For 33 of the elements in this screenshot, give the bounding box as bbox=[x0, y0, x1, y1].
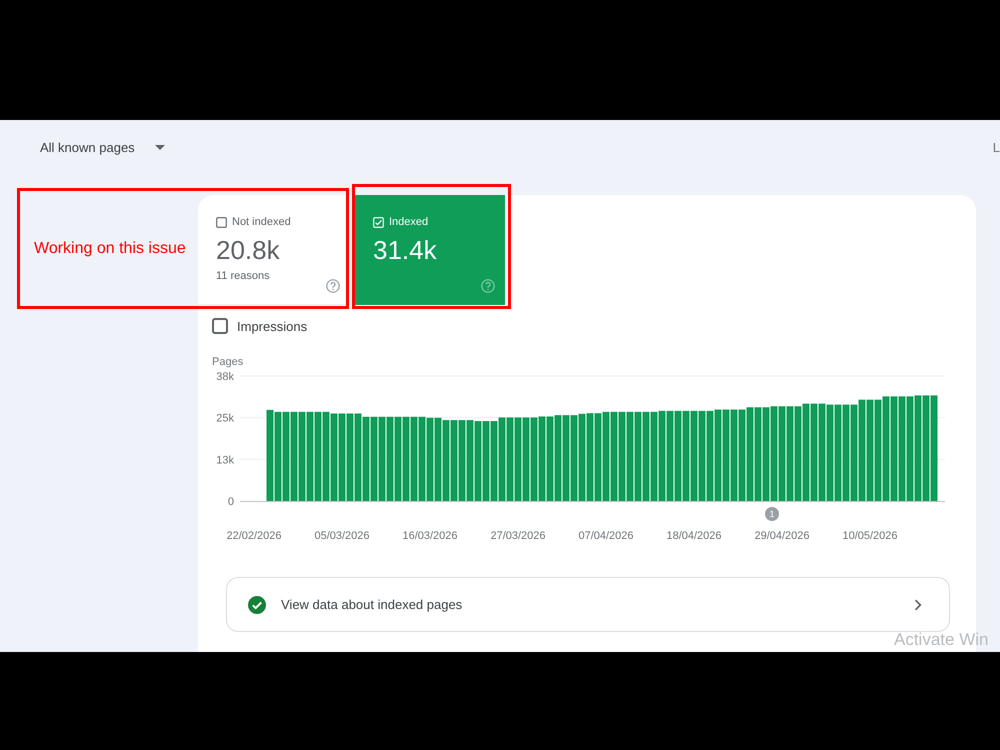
filter-tile[interactable]: Not indexed 20.8k 11 reasons bbox=[198, 195, 350, 305]
y-axis-label: 38k bbox=[216, 371, 234, 383]
checkbox-label: Impressions bbox=[237, 318, 308, 334]
help-icon[interactable] bbox=[481, 279, 495, 293]
y-axis-label: 25k bbox=[216, 412, 234, 425]
y-axis-label: 0 bbox=[228, 496, 234, 508]
x-axis-label: 07/04/2026 bbox=[578, 530, 634, 542]
x-axis-label: 16/03/2026 bbox=[402, 530, 458, 542]
x-axis-label: 18/04/2026 bbox=[666, 530, 722, 542]
checkbox[interactable] bbox=[212, 318, 228, 334]
caret-icon bbox=[154, 144, 165, 150]
tile-label: Not indexed bbox=[232, 215, 291, 229]
tile-label: Indexed bbox=[389, 215, 428, 229]
x-axis-label: 10/05/2026 bbox=[842, 530, 898, 542]
check-circle-icon bbox=[248, 596, 266, 614]
x-axis-label: 22/02/2026 bbox=[226, 530, 282, 542]
tile-value: 31.4k bbox=[373, 235, 438, 265]
chevron-icon bbox=[914, 598, 922, 610]
header-text: L bbox=[992, 140, 1000, 154]
x-axis-label: 27/03/2026 bbox=[490, 530, 546, 542]
y-axis-label: 13k bbox=[216, 454, 234, 466]
tile-value: 20.8k bbox=[216, 235, 281, 265]
axis-title: Pages bbox=[212, 356, 244, 368]
details-link-button[interactable]: View data about indexed pages bbox=[226, 577, 950, 632]
tile-subtitle: 11 reasons bbox=[216, 269, 270, 283]
x-axis-label: 05/03/2026 bbox=[314, 530, 370, 542]
page-filter-dropdown[interactable]: All known pages bbox=[40, 140, 165, 154]
filter-tile[interactable]: Indexed 31.4k bbox=[355, 195, 505, 305]
annotation-note: Working on this issue bbox=[34, 240, 186, 258]
x-axis-label: 29/04/2026 bbox=[754, 530, 810, 542]
activation-watermark: Activate Win bbox=[894, 630, 988, 650]
help-icon[interactable] bbox=[326, 279, 340, 293]
checkbox[interactable] bbox=[216, 216, 227, 228]
